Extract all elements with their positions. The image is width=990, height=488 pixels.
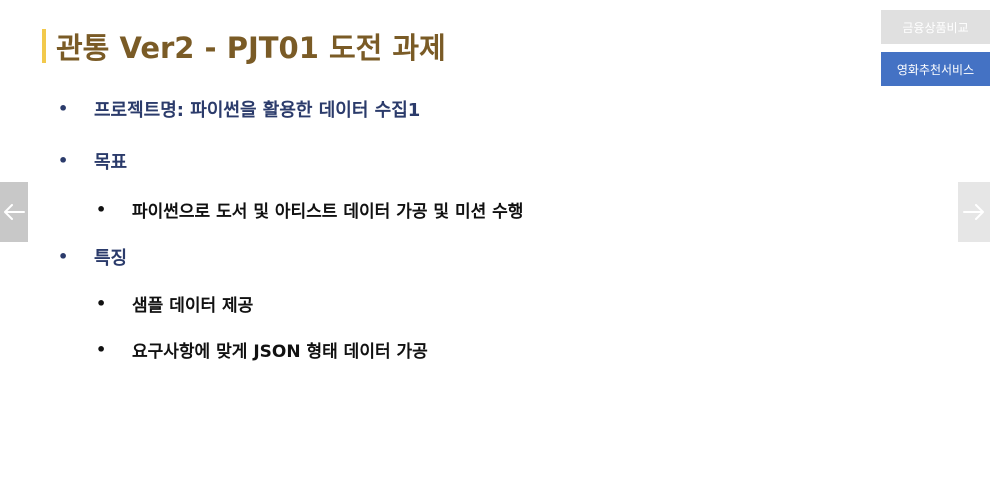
slide: 관통 Ver2 - PJT01 도전 과제 금융상품비교 영화추천서비스 • 프… — [0, 0, 990, 488]
bullet-text: 프로젝트명: 파이썬을 활용한 데이터 수집1 — [94, 100, 421, 121]
bullet-feature-item: • 요구사항에 맞게 JSON 형태 데이터 가공 — [96, 337, 428, 362]
tab-group: 금융상품비교 영화추천서비스 — [881, 10, 990, 86]
bullet-dot: • — [96, 339, 107, 359]
prev-slide-button[interactable] — [0, 182, 28, 242]
next-slide-button[interactable] — [958, 182, 990, 242]
bullet-project-name: • 프로젝트명: 파이썬을 활용한 데이터 수집1 — [58, 96, 420, 122]
bullet-dot: • — [58, 151, 69, 170]
tab-financial-products[interactable]: 금융상품비교 — [881, 10, 990, 44]
bullet-text: 파이썬으로 도서 및 아티스트 데이터 가공 및 미션 수행 — [132, 202, 524, 222]
bullet-goal-heading: • 목표 — [58, 148, 127, 174]
bullet-goal-item: • 파이썬으로 도서 및 아티스트 데이터 가공 및 미션 수행 — [96, 197, 523, 222]
title-accent-bar — [42, 29, 46, 63]
arrow-right-icon — [963, 204, 984, 220]
bullet-dot: • — [96, 199, 107, 219]
tab-movie-recommendation[interactable]: 영화추천서비스 — [881, 52, 990, 86]
bullet-dot: • — [96, 293, 107, 313]
bullet-feature-item: • 샘플 데이터 제공 — [96, 291, 253, 316]
bullet-text: 샘플 데이터 제공 — [132, 296, 254, 316]
bullet-features-heading: • 특징 — [58, 244, 127, 270]
slide-title: 관통 Ver2 - PJT01 도전 과제 — [56, 31, 446, 65]
arrow-left-icon — [4, 204, 25, 220]
bullet-text: 특징 — [94, 248, 128, 269]
slide-title-group: 관통 Ver2 - PJT01 도전 과제 — [42, 26, 446, 66]
bullet-text: 요구사항에 맞게 JSON 형태 데이터 가공 — [132, 342, 428, 362]
bullet-dot: • — [58, 99, 69, 118]
bullet-text: 목표 — [94, 152, 128, 173]
bullet-dot: • — [58, 247, 69, 266]
